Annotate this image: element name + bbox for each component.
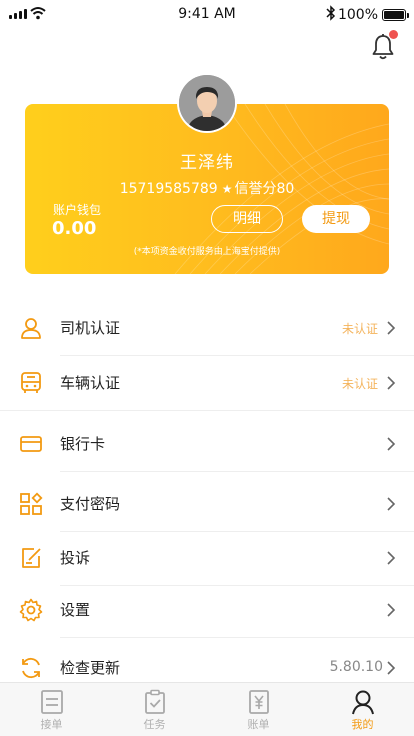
- tab-bills[interactable]: 账单: [207, 687, 310, 735]
- phone-number: 15719585789: [119, 181, 218, 197]
- certification-status: 未认证: [341, 322, 378, 336]
- menu-label: 司机认证: [60, 319, 121, 337]
- chevron-right-icon: [387, 603, 396, 617]
- avatar[interactable]: [177, 73, 237, 133]
- credit-score: 信誉分80: [234, 181, 295, 197]
- chevron-right-icon: [387, 497, 396, 511]
- menu-label: 设置: [60, 601, 91, 619]
- tab-label: 账单: [247, 718, 270, 731]
- driver-icon: [21, 318, 41, 339]
- divider: [0, 410, 414, 411]
- complaint-icon: [22, 548, 41, 568]
- driver-name: 王泽纬: [180, 153, 234, 173]
- menu-label: 投诉: [60, 549, 91, 567]
- notification-button[interactable]: [370, 30, 398, 61]
- user-avatar-icon: [179, 75, 235, 131]
- menu-item-settings[interactable]: 设置: [0, 582, 414, 638]
- divider: [60, 637, 414, 638]
- bill-yen-icon: [248, 690, 269, 714]
- menu-label: 银行卡: [60, 435, 106, 453]
- bluetooth-icon: [326, 5, 336, 21]
- chevron-right-icon: [387, 437, 396, 451]
- menu-item-vehicle-certification[interactable]: 车辆认证 未认证: [0, 355, 414, 411]
- menu-item-bank-card[interactable]: 银行卡: [0, 416, 414, 472]
- tab-profile[interactable]: 我的: [311, 687, 414, 735]
- withdraw-button[interactable]: 提现: [302, 205, 370, 233]
- tab-label: 接单: [40, 718, 63, 731]
- wallet-balance: 0.00: [52, 218, 97, 239]
- settings-icon: [19, 598, 43, 622]
- chevron-right-icon: [387, 376, 396, 390]
- order-list-icon: [40, 690, 63, 714]
- wallet-label: 账户钱包: [53, 203, 102, 217]
- profile-icon: [351, 690, 374, 715]
- chevron-right-icon: [387, 551, 396, 565]
- status-bar: 9:41 AM 100%: [0, 0, 414, 28]
- chevron-right-icon: [387, 321, 396, 335]
- battery-icon: [382, 9, 409, 21]
- tab-label: 我的: [351, 718, 374, 731]
- phone-credit-row: 15719585789 ★ 信誉分80: [25, 178, 389, 198]
- menu-item-payment-password[interactable]: 支付密码: [0, 476, 414, 532]
- divider: [60, 471, 414, 472]
- tab-orders[interactable]: 接单: [0, 687, 103, 735]
- refresh-icon: [22, 657, 40, 679]
- tab-tasks[interactable]: 任务: [103, 687, 206, 735]
- star-icon: ★: [221, 182, 233, 196]
- tab-label: 任务: [143, 718, 166, 731]
- menu-label: 支付密码: [60, 495, 121, 513]
- certification-status: 未认证: [341, 377, 378, 391]
- menu-item-driver-certification[interactable]: 司机认证 未认证: [0, 300, 414, 356]
- menu-item-complaint[interactable]: 投诉: [0, 530, 414, 586]
- menu-label: 检查更新: [60, 659, 121, 677]
- bottom-tab-bar: 接单 任务 账单 我的: [0, 682, 414, 736]
- bank-card-icon: [20, 436, 42, 452]
- battery-percent: 100%: [337, 7, 378, 23]
- chevron-right-icon: [387, 661, 396, 675]
- app-version: 5.80.10: [329, 659, 383, 675]
- task-clipboard-icon: [144, 689, 165, 714]
- detail-button[interactable]: 明细: [211, 205, 283, 233]
- payment-password-icon: [20, 492, 43, 515]
- vehicle-icon: [21, 372, 41, 393]
- menu-label: 车辆认证: [60, 374, 121, 392]
- payment-service-note: (*本项资金收付服务由上海宝付提供): [133, 247, 281, 257]
- unread-badge: [389, 30, 398, 39]
